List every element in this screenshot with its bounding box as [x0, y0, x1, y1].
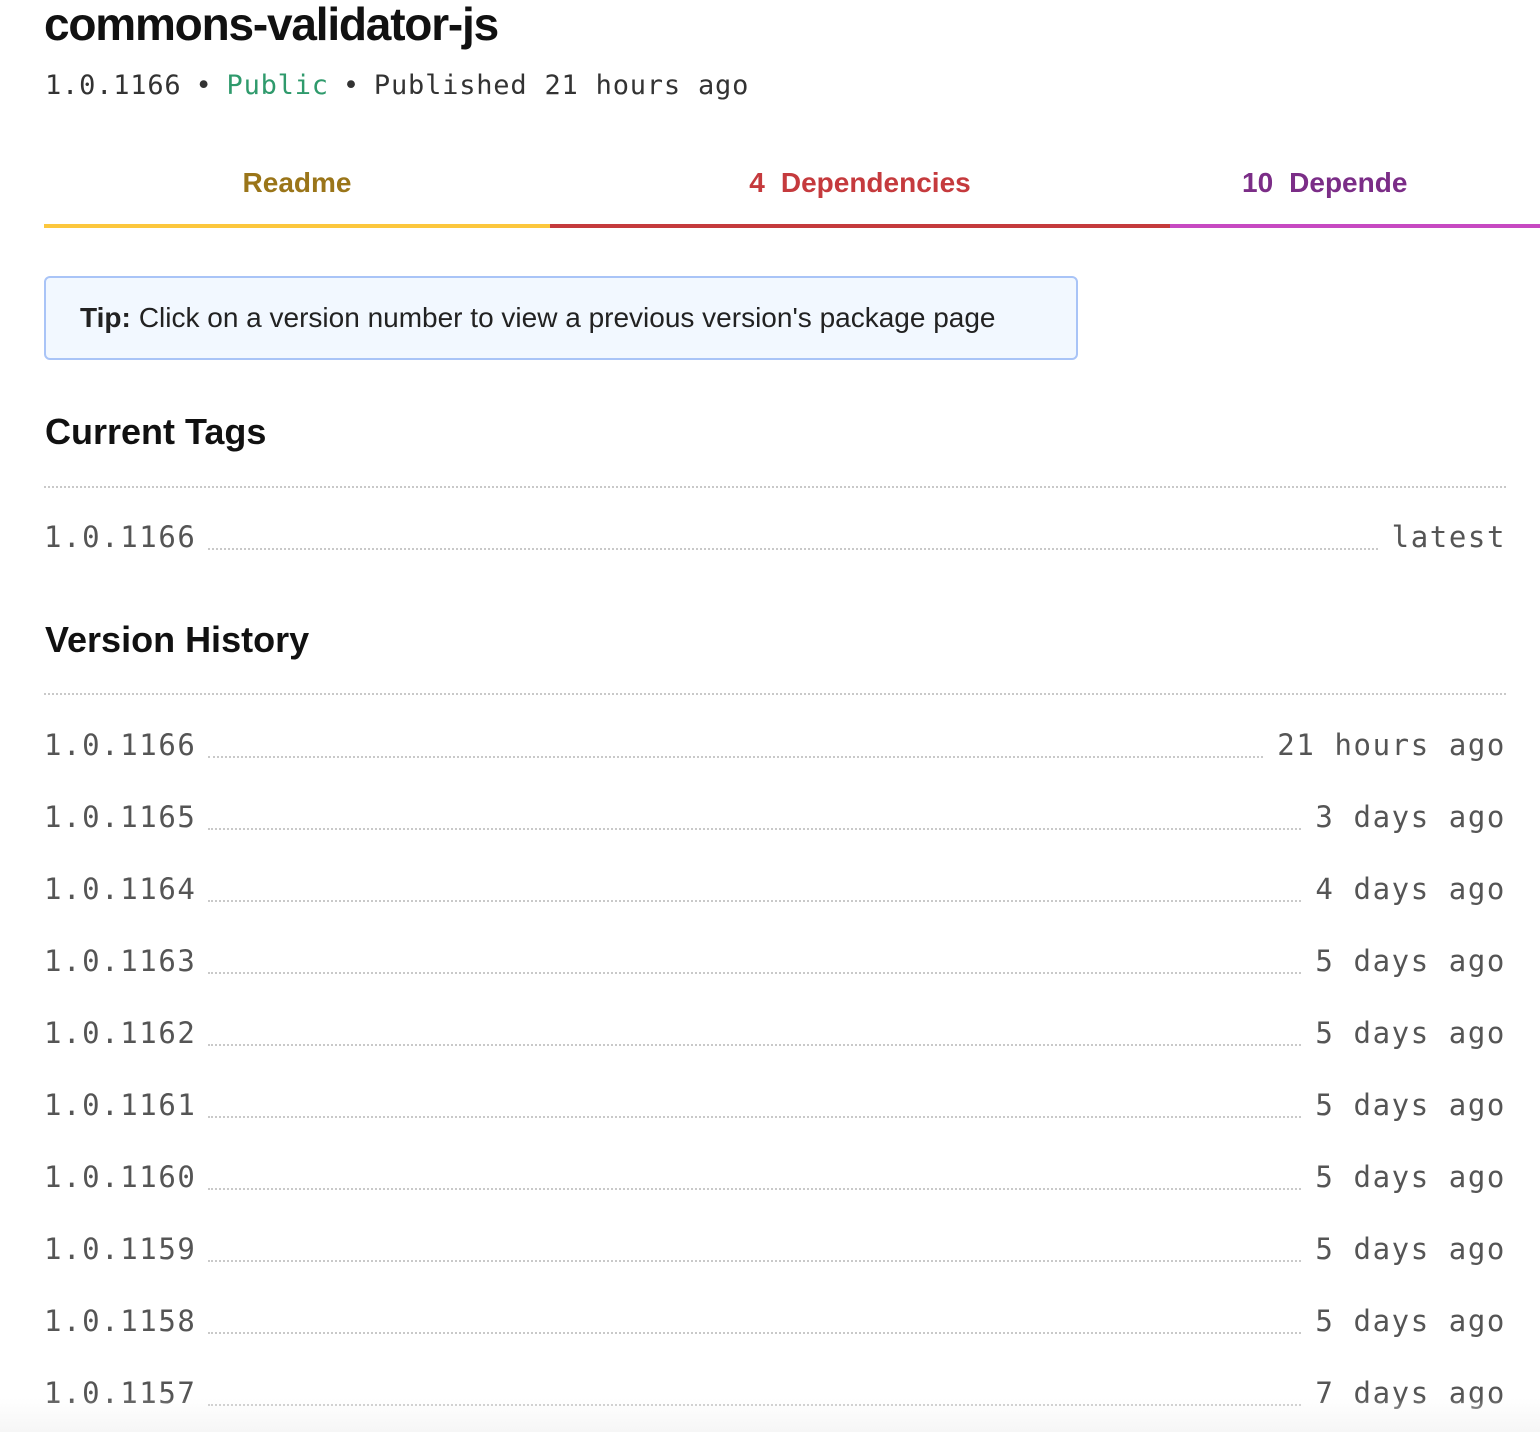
meta-separator: • — [195, 70, 213, 101]
tip-box: Tip: Click on a version number to view a … — [44, 276, 1078, 360]
tip-label: Tip: — [80, 302, 131, 333]
version-age: 21 hours ago — [1277, 728, 1506, 762]
dotted-leader — [208, 1332, 1302, 1334]
version-row: 1.0.1159 5 days ago — [44, 1232, 1506, 1276]
meta-separator: • — [342, 70, 360, 101]
tab-dependents[interactable]: 10 Depende — [1170, 150, 1540, 228]
tag-name: latest — [1391, 520, 1506, 554]
version-row: 1.0.1158 5 days ago — [44, 1304, 1506, 1348]
package-meta: 1.0.1166 • Public • Published 21 hours ago — [45, 68, 749, 104]
version-row: 1.0.1164 4 days ago — [44, 872, 1506, 916]
tab-readme-label: Readme — [242, 167, 352, 198]
version-link[interactable]: 1.0.1165 — [44, 800, 196, 834]
dotted-leader — [208, 1188, 1302, 1190]
current-tags-heading: Current Tags — [45, 411, 267, 452]
dotted-leader — [208, 1260, 1302, 1262]
dotted-leader — [208, 828, 1302, 830]
section-divider — [44, 486, 1506, 488]
version-link[interactable]: 1.0.1161 — [44, 1088, 196, 1122]
tab-dependencies-count: 4 — [749, 167, 765, 198]
tab-dependents-count: 10 — [1242, 167, 1274, 198]
dotted-leader — [208, 972, 1302, 974]
version-row: 1.0.1162 5 days ago — [44, 1016, 1506, 1060]
tab-dependencies-label: Dependencies — [780, 167, 971, 198]
version-age: 5 days ago — [1315, 1232, 1506, 1266]
tip-text: Click on a version number to view a prev… — [138, 302, 996, 333]
tab-dependents-label: Depende — [1289, 167, 1408, 198]
current-tag-row: 1.0.1166 latest — [44, 520, 1506, 564]
version-link[interactable]: 1.0.1166 — [44, 728, 196, 762]
dotted-leader — [208, 1116, 1302, 1118]
version-age: 5 days ago — [1315, 1304, 1506, 1338]
version-age: 5 days ago — [1315, 944, 1506, 978]
dotted-leader — [208, 756, 1264, 758]
version-age: 3 days ago — [1315, 800, 1506, 834]
version-link[interactable]: 1.0.1158 — [44, 1304, 196, 1338]
version-age: 5 days ago — [1315, 1088, 1506, 1122]
version-link[interactable]: 1.0.1160 — [44, 1160, 196, 1194]
version-link[interactable]: 1.0.1163 — [44, 944, 196, 978]
version-age: 4 days ago — [1315, 872, 1506, 906]
section-divider — [44, 693, 1506, 695]
version-age: 5 days ago — [1315, 1160, 1506, 1194]
dotted-leader — [208, 548, 1378, 550]
version-link[interactable]: 1.0.1166 — [44, 520, 196, 554]
version-age: 5 days ago — [1315, 1016, 1506, 1050]
visibility-label: Public — [226, 70, 329, 101]
dotted-leader — [208, 900, 1302, 902]
package-title: commons-validator-js — [44, 0, 499, 50]
version-history-heading: Version History — [45, 619, 310, 660]
version-row: 1.0.1161 5 days ago — [44, 1088, 1506, 1132]
version-link[interactable]: 1.0.1162 — [44, 1016, 196, 1050]
version-row: 1.0.1163 5 days ago — [44, 944, 1506, 988]
tab-readme[interactable]: Readme — [44, 150, 550, 228]
tab-dependencies[interactable]: 4 Dependencies — [550, 150, 1170, 228]
package-page: commons-validator-js 1.0.1166 • Public • Pub… — [0, 0, 1540, 1432]
version-row: 1.0.1166 21 hours ago — [44, 728, 1506, 772]
version-link[interactable]: 1.0.1164 — [44, 872, 196, 906]
version-row: 1.0.1165 3 days ago — [44, 800, 1506, 844]
scroll-fade — [0, 1398, 1540, 1432]
version-row: 1.0.1160 5 days ago — [44, 1160, 1506, 1204]
package-version: 1.0.1166 — [45, 70, 182, 101]
dotted-leader — [208, 1044, 1302, 1046]
package-tabs: Readme 4 Dependencies 10 Depende — [44, 150, 1540, 228]
published-time: Published 21 hours ago — [373, 70, 750, 101]
version-link[interactable]: 1.0.1159 — [44, 1232, 196, 1266]
